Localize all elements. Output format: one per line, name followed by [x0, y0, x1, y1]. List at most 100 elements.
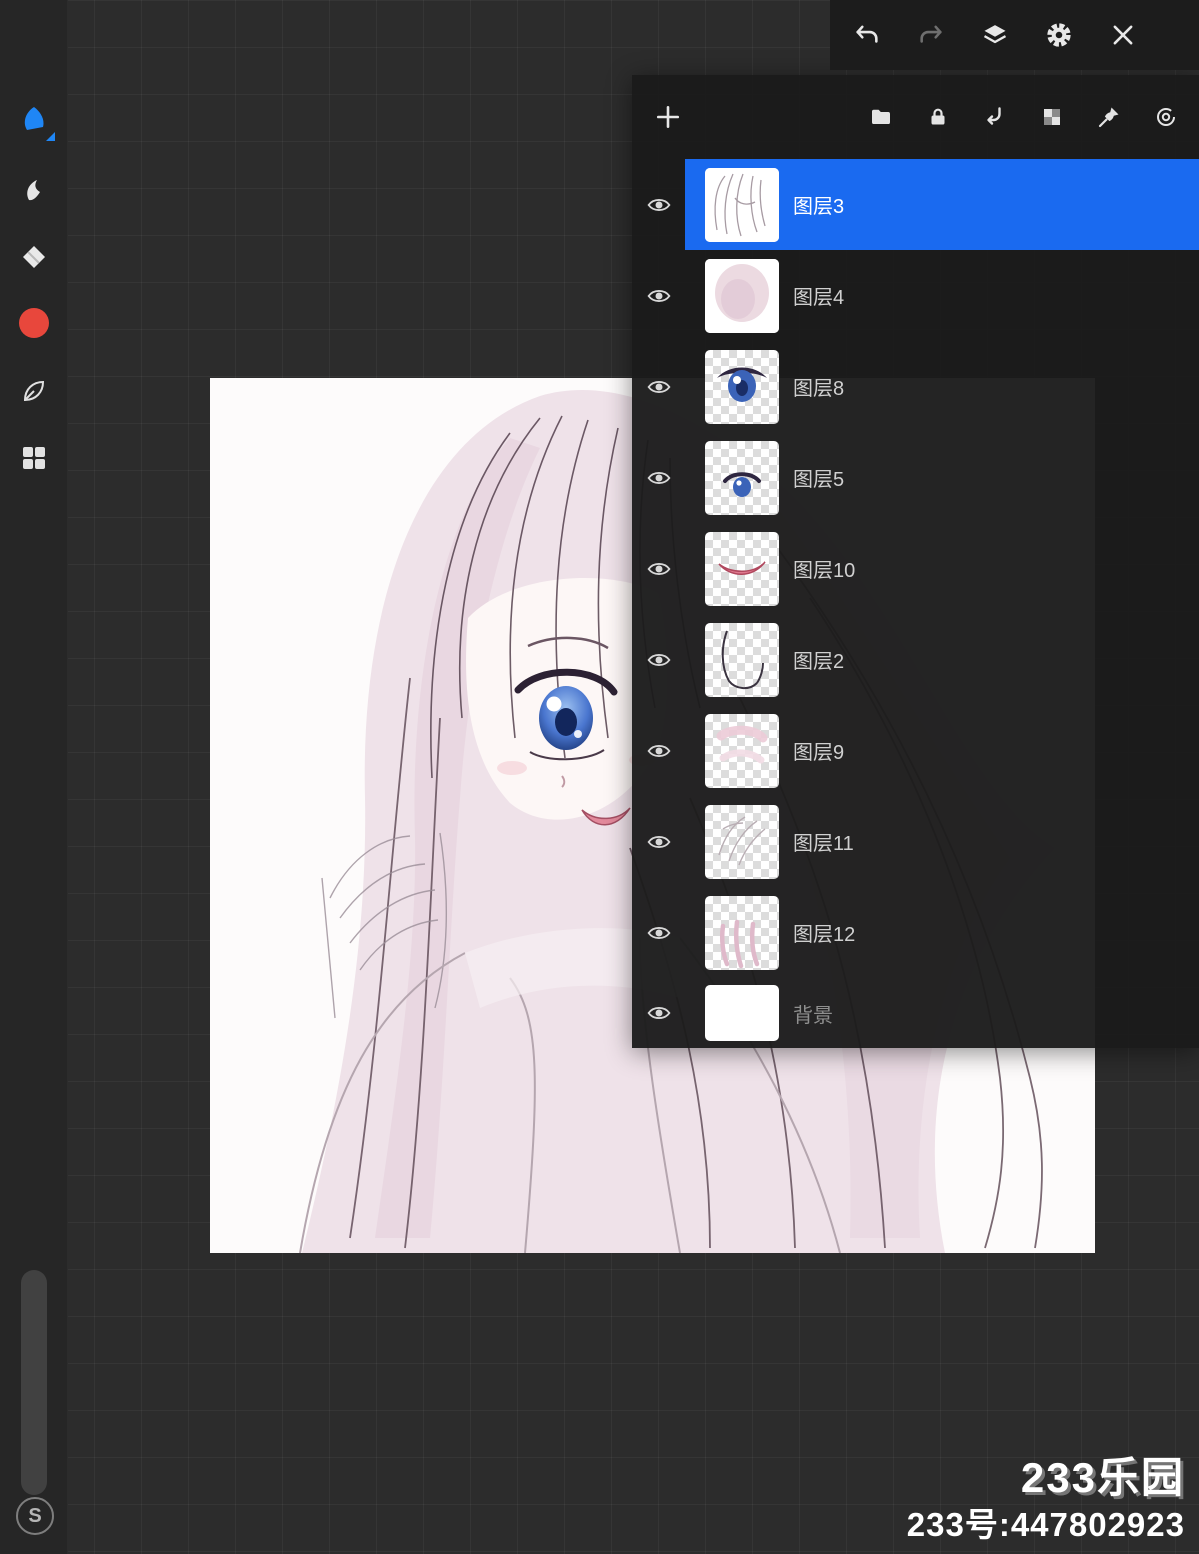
settings-button[interactable]	[1042, 18, 1076, 52]
lock-layer-button[interactable]	[925, 104, 951, 130]
watermark-id: 233号:447802923	[906, 1506, 1185, 1543]
layer-name: 图层2	[793, 651, 845, 673]
layer-row-content[interactable]: 图层2	[685, 614, 1199, 705]
visibility-eye-icon	[646, 289, 671, 302]
sidebar-slider[interactable]	[21, 1270, 47, 1495]
layer-row-content[interactable]: 背景	[685, 978, 1199, 1048]
group-folder-button[interactable]	[868, 104, 894, 130]
smudge-tool-button[interactable]	[10, 166, 58, 214]
visibility-eye-icon	[646, 744, 671, 757]
clipping-mask-button[interactable]	[982, 104, 1008, 130]
visibility-eye-icon	[646, 653, 671, 666]
spiral-icon	[1157, 108, 1175, 126]
visibility-eye-icon	[646, 562, 671, 575]
layer-row[interactable]: 图层2	[632, 614, 1199, 705]
reference-spiral-button[interactable]	[1153, 104, 1179, 130]
layer-row-content[interactable]: 图层10	[685, 523, 1199, 614]
layer-thumbnail[interactable]	[705, 531, 779, 606]
layer-thumbnail[interactable]	[705, 167, 779, 242]
layer-name: 背景	[793, 1004, 833, 1027]
smudge-tool-icon	[27, 180, 40, 201]
layer-name: 图层3	[793, 196, 845, 218]
eraser-tool-icon	[23, 246, 45, 268]
add-layer-icon	[656, 105, 680, 129]
visibility-eye-icon	[646, 926, 671, 939]
clipping-icon	[987, 107, 1001, 125]
s-badge: S	[16, 1497, 54, 1535]
layout-blocks-icon	[23, 447, 45, 469]
layer-name: 图层12	[793, 924, 856, 946]
leaf-tool-icon	[23, 380, 45, 402]
layer-name: 图层9	[793, 742, 845, 764]
visibility-eye-icon	[646, 835, 671, 848]
app-stage: S 图层3 图层4 图层8 图层5 图层10 图层2 图层9 图层11 图层12…	[0, 0, 1199, 1554]
layer-thumbnail[interactable]	[705, 804, 779, 879]
layer-name: 图层4	[793, 287, 845, 309]
alpha-lock-button[interactable]	[1039, 104, 1065, 130]
layer-visibility-toggle[interactable]	[632, 523, 685, 614]
layer-row-content[interactable]: 图层4	[685, 250, 1199, 341]
top-toolbar	[830, 0, 1199, 70]
layer-name: 图层5	[793, 469, 845, 491]
layer-row-content[interactable]: 图层5	[685, 432, 1199, 523]
layer-row-content[interactable]: 图层8	[685, 341, 1199, 432]
add-layer-button[interactable]	[655, 104, 681, 130]
layer-visibility-toggle[interactable]	[632, 432, 685, 523]
layer-thumbnail[interactable]	[705, 622, 779, 697]
pin-icon	[1098, 107, 1119, 128]
layer-row[interactable]: 图层12	[632, 887, 1199, 978]
layer-visibility-toggle[interactable]	[632, 978, 685, 1048]
layer-row[interactable]: 图层9	[632, 705, 1199, 796]
layers-panel-button[interactable]	[978, 18, 1012, 52]
layer-row[interactable]: 图层11	[632, 796, 1199, 887]
layer-name: 图层10	[793, 560, 856, 582]
close-icon	[1113, 25, 1133, 45]
layer-visibility-toggle[interactable]	[632, 887, 685, 978]
layer-visibility-toggle[interactable]	[632, 159, 685, 250]
layer-name: 图层8	[793, 378, 845, 400]
layer-visibility-toggle[interactable]	[632, 250, 685, 341]
current-color-swatch	[19, 308, 49, 338]
layer-row[interactable]: 图层5	[632, 432, 1199, 523]
watermark-logo: 233乐园	[1020, 1454, 1185, 1501]
layers-icon	[983, 25, 1007, 44]
color-swatch-button[interactable]	[10, 299, 58, 347]
layer-row[interactable]: 图层3	[632, 159, 1199, 250]
layer-thumbnail[interactable]	[705, 895, 779, 970]
layer-row[interactable]: 图层10	[632, 523, 1199, 614]
layer-name: 图层11	[793, 833, 854, 855]
redo-icon	[920, 25, 942, 43]
visibility-eye-icon	[646, 1007, 671, 1019]
layers-panel-header	[632, 75, 1199, 159]
layer-thumbnail[interactable]	[705, 985, 779, 1041]
layer-thumbnail[interactable]	[705, 713, 779, 788]
redo-button[interactable]	[914, 18, 948, 52]
layer-row-content[interactable]: 图层9	[685, 705, 1199, 796]
eraser-tool-button[interactable]	[10, 233, 58, 281]
close-button[interactable]	[1106, 18, 1140, 52]
brush-tool-button[interactable]	[10, 96, 58, 144]
brush-tool-icon	[24, 107, 44, 130]
undo-button[interactable]	[850, 18, 884, 52]
pin-layer-button[interactable]	[1096, 104, 1122, 130]
settings-gear-icon	[1047, 23, 1071, 47]
layer-row[interactable]: 图层8	[632, 341, 1199, 432]
layer-row[interactable]: 图层4	[632, 250, 1199, 341]
visibility-eye-icon	[646, 471, 671, 484]
layout-blocks-button[interactable]	[10, 434, 58, 482]
layers-panel: 图层3 图层4 图层8 图层5 图层10 图层2 图层9 图层11 图层12 背…	[632, 75, 1199, 1048]
layer-row-content[interactable]: 图层3	[685, 159, 1199, 250]
layer-row-content[interactable]: 图层12	[685, 887, 1199, 978]
layer-row-content[interactable]: 图层11	[685, 796, 1199, 887]
layer-thumbnail[interactable]	[705, 440, 779, 515]
layer-visibility-toggle[interactable]	[632, 614, 685, 705]
visibility-eye-icon	[646, 380, 671, 393]
layer-row[interactable]: 背景	[632, 978, 1199, 1048]
leaf-tool-button[interactable]	[10, 367, 58, 415]
layer-thumbnail[interactable]	[705, 349, 779, 424]
layer-visibility-toggle[interactable]	[632, 796, 685, 887]
layer-visibility-toggle[interactable]	[632, 705, 685, 796]
layer-thumbnail[interactable]	[705, 258, 779, 333]
visibility-eye-icon	[646, 198, 671, 211]
layer-visibility-toggle[interactable]	[632, 341, 685, 432]
